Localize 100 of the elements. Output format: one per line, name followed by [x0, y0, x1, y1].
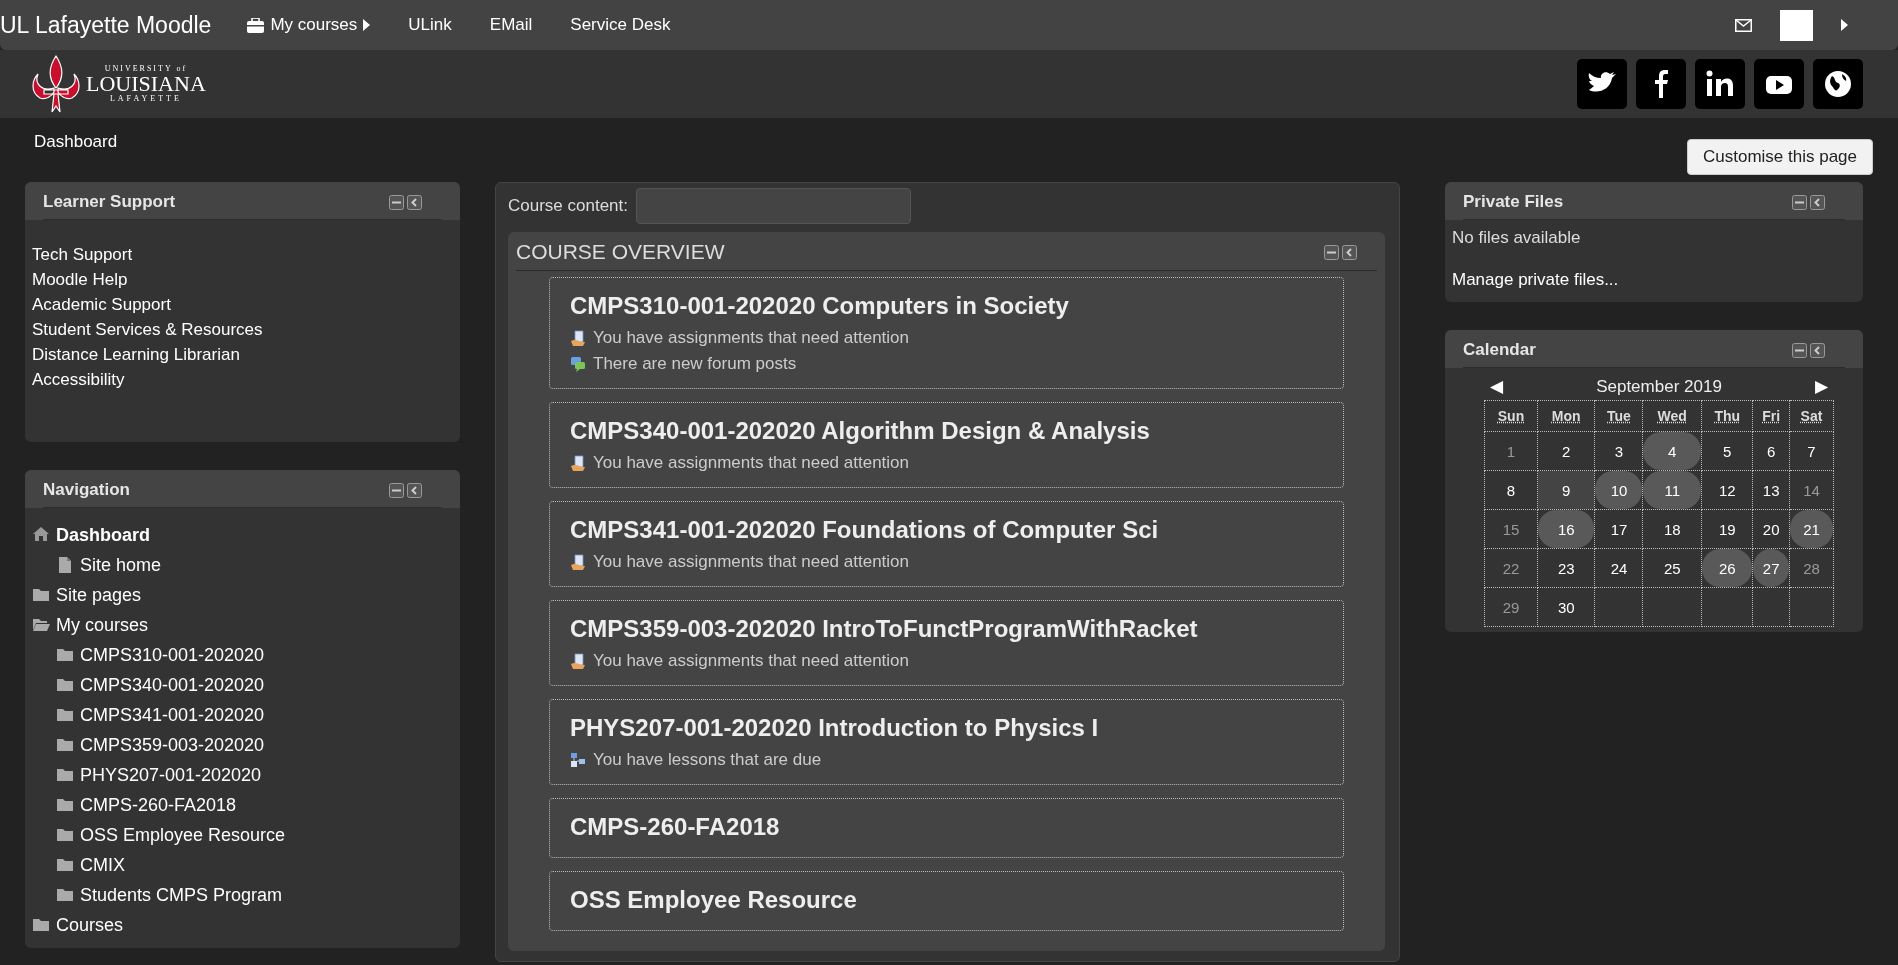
nav-item[interactable]: Courses — [56, 914, 124, 936]
dock-icon[interactable] — [407, 194, 422, 210]
support-link[interactable]: Tech Support — [32, 242, 453, 267]
folder-icon — [32, 916, 50, 934]
nav-item[interactable]: PHYS207-001-202020 — [80, 764, 262, 786]
document-icon — [570, 455, 586, 471]
minimize-icon[interactable] — [389, 482, 404, 498]
calendar-day[interactable]: 16 — [1538, 510, 1595, 548]
course-title[interactable]: CMPS341-001-202020 Foundations of Computer Sci — [570, 516, 1323, 544]
nav-item[interactable]: CMPS359-003-202020 — [80, 734, 265, 756]
calendar-day[interactable]: 3 — [1595, 432, 1643, 470]
nav-item[interactable]: CMPS340-001-202020 — [80, 674, 265, 696]
course-title[interactable]: CMPS310-001-202020 Computers in Society — [570, 292, 1323, 320]
calendar-day[interactable]: 6 — [1753, 432, 1789, 470]
folder-icon — [32, 586, 50, 604]
minimize-icon[interactable] — [1792, 194, 1807, 210]
document-icon — [570, 554, 586, 570]
course-notice[interactable]: You have assignments that need attention — [593, 651, 909, 671]
calendar-day[interactable]: 17 — [1595, 510, 1643, 548]
weekday-header: Sat — [1789, 400, 1834, 432]
course-notice[interactable]: You have assignments that need attention — [593, 453, 909, 473]
course-title[interactable]: OSS Employee Resource — [570, 886, 1323, 914]
calendar-day[interactable]: 4 — [1643, 432, 1701, 470]
course-title[interactable]: CMPS-260-FA2018 — [570, 813, 1323, 841]
block-title: Navigation — [43, 480, 130, 500]
minimize-icon[interactable] — [1324, 244, 1339, 260]
calendar-day[interactable]: 8 — [1485, 471, 1537, 509]
menu-link[interactable]: EMail — [489, 15, 533, 35]
calendar-day[interactable]: 20 — [1753, 510, 1789, 548]
course-notice[interactable]: There are new forum posts — [593, 354, 797, 374]
calendar-day[interactable]: 27 — [1753, 549, 1789, 587]
minimize-icon[interactable] — [389, 194, 404, 210]
support-link[interactable]: Moodle Help — [32, 267, 453, 292]
minimize-icon[interactable] — [1792, 342, 1807, 358]
briefcase-icon — [247, 17, 265, 33]
support-link[interactable]: Distance Learning Librarian — [32, 342, 453, 367]
calendar-day[interactable]: 23 — [1538, 549, 1595, 587]
course-notice[interactable]: You have assignments that need attention — [593, 552, 909, 572]
dock-icon[interactable] — [1810, 194, 1825, 210]
nav-item[interactable]: Students CMPS Program — [80, 884, 283, 906]
calendar-day[interactable]: 28 — [1789, 549, 1833, 587]
course-title[interactable]: PHYS207-001-202020 Introduction to Physics I — [570, 714, 1323, 742]
social-link[interactable] — [1813, 59, 1863, 109]
calendar-day[interactable]: 14 — [1789, 471, 1833, 509]
user-picture[interactable] — [1780, 9, 1813, 41]
course-title[interactable]: CMPS359-003-202020 IntroToFunctProgramWithRacket — [570, 615, 1323, 643]
calendar-day[interactable]: 24 — [1595, 549, 1643, 587]
calendar-day[interactable]: 18 — [1643, 510, 1701, 548]
support-link[interactable]: Academic Support — [32, 292, 453, 317]
manage-files-link[interactable]: Manage private files... — [1452, 270, 1856, 290]
nav-item[interactable]: OSS Employee Resource — [80, 824, 286, 846]
nav-item[interactable]: CMPS-260-FA2018 — [80, 794, 237, 816]
social-link[interactable] — [1577, 59, 1627, 109]
calendar-day[interactable]: 5 — [1702, 432, 1753, 470]
site-title[interactable]: UL Lafayette Moodle — [0, 11, 212, 39]
menu-dropdown[interactable]: My courses — [247, 15, 371, 35]
calendar-day[interactable]: 30 — [1538, 588, 1595, 626]
support-link[interactable]: Accessibility — [32, 367, 453, 392]
calendar-day[interactable]: 10 — [1595, 471, 1643, 509]
calendar-day[interactable]: 15 — [1485, 510, 1537, 548]
calendar-day[interactable]: 26 — [1702, 549, 1753, 587]
nav-item[interactable]: Site home — [80, 554, 162, 576]
support-link[interactable]: Student Services & Resources — [32, 317, 453, 342]
next-month-arrow[interactable]: ▶ — [1809, 376, 1834, 397]
course-notice[interactable]: You have lessons that are due — [593, 750, 822, 770]
calendar-day[interactable]: 25 — [1643, 549, 1701, 587]
menu-link[interactable]: ULink — [408, 15, 452, 35]
social-link[interactable] — [1636, 59, 1686, 109]
calendar-day[interactable]: 21 — [1789, 510, 1833, 548]
calendar-day[interactable]: 29 — [1485, 588, 1537, 626]
globe-icon — [1822, 68, 1854, 100]
calendar-day[interactable]: 13 — [1753, 471, 1789, 509]
social-link[interactable] — [1695, 59, 1745, 109]
calendar-day[interactable]: 7 — [1789, 432, 1833, 470]
previous-month-arrow[interactable]: ◀ — [1484, 376, 1509, 397]
customise-button[interactable]: Customise this page — [1686, 139, 1873, 175]
course-notice[interactable]: You have assignments that need attention — [593, 328, 909, 348]
calendar-day[interactable]: 9 — [1538, 471, 1595, 509]
breadcrumb-item[interactable]: Dashboard — [34, 132, 118, 152]
calendar-day[interactable]: 12 — [1702, 471, 1753, 509]
envelope-icon[interactable] — [1735, 18, 1752, 32]
calendar-day[interactable]: 2 — [1538, 432, 1595, 470]
dock-icon[interactable] — [407, 482, 422, 498]
nav-item[interactable]: My courses — [56, 614, 149, 636]
folder-icon — [56, 766, 74, 784]
social-link[interactable] — [1754, 59, 1804, 109]
calendar-day[interactable]: 22 — [1485, 549, 1537, 587]
nav-item[interactable]: CMIX — [80, 854, 125, 876]
dock-icon[interactable] — [1810, 342, 1825, 358]
nav-item[interactable]: Site pages — [56, 584, 142, 606]
calendar-day[interactable]: 11 — [1643, 471, 1701, 509]
calendar-day[interactable]: 1 — [1485, 432, 1537, 470]
dock-icon[interactable] — [1342, 244, 1357, 260]
nav-item[interactable]: Dashboard — [56, 524, 151, 546]
calendar-day[interactable]: 19 — [1702, 510, 1753, 548]
caret-icon[interactable] — [1841, 19, 1848, 31]
nav-item[interactable]: CMPS341-001-202020 — [80, 704, 265, 726]
nav-item[interactable]: CMPS310-001-202020 — [80, 644, 265, 666]
menu-link[interactable]: Service Desk — [570, 15, 671, 35]
course-title[interactable]: CMPS340-001-202020 Algorithm Design & Analysis — [570, 417, 1323, 445]
